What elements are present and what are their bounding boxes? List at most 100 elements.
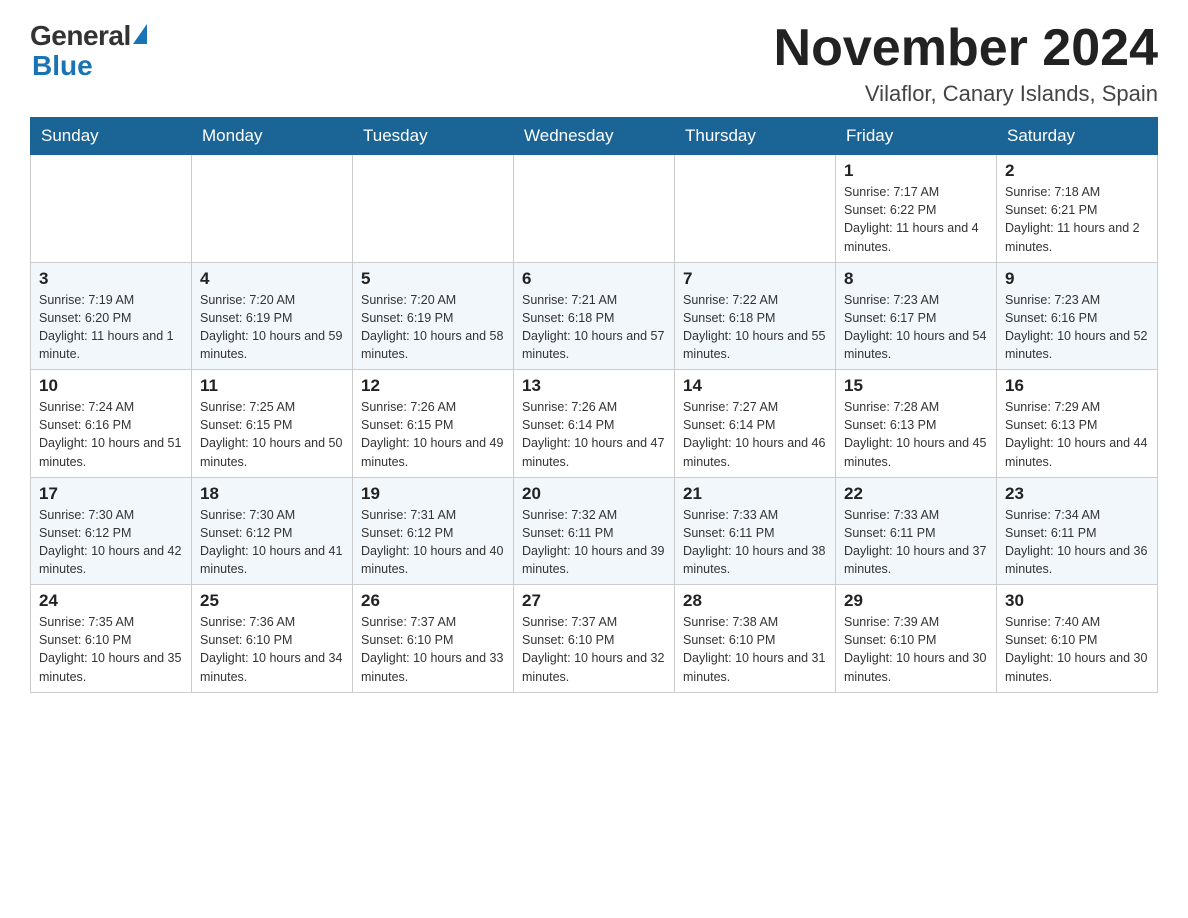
day-number: 29 (844, 591, 988, 611)
day-info: Sunrise: 7:29 AMSunset: 6:13 PMDaylight:… (1005, 398, 1149, 471)
calendar-cell-week1-day0 (31, 155, 192, 263)
calendar-cell-week5-day5: 29Sunrise: 7:39 AMSunset: 6:10 PMDayligh… (836, 585, 997, 693)
day-number: 14 (683, 376, 827, 396)
calendar-cell-week4-day0: 17Sunrise: 7:30 AMSunset: 6:12 PMDayligh… (31, 477, 192, 585)
week-row-2: 3Sunrise: 7:19 AMSunset: 6:20 PMDaylight… (31, 262, 1158, 370)
week-row-5: 24Sunrise: 7:35 AMSunset: 6:10 PMDayligh… (31, 585, 1158, 693)
day-info: Sunrise: 7:18 AMSunset: 6:21 PMDaylight:… (1005, 183, 1149, 256)
day-number: 15 (844, 376, 988, 396)
day-info: Sunrise: 7:24 AMSunset: 6:16 PMDaylight:… (39, 398, 183, 471)
calendar-cell-week1-day1 (192, 155, 353, 263)
calendar-cell-week5-day3: 27Sunrise: 7:37 AMSunset: 6:10 PMDayligh… (514, 585, 675, 693)
calendar-cell-week3-day2: 12Sunrise: 7:26 AMSunset: 6:15 PMDayligh… (353, 370, 514, 478)
weekday-header-thursday: Thursday (675, 118, 836, 155)
calendar-cell-week3-day3: 13Sunrise: 7:26 AMSunset: 6:14 PMDayligh… (514, 370, 675, 478)
calendar-table: SundayMondayTuesdayWednesdayThursdayFrid… (30, 117, 1158, 693)
day-number: 13 (522, 376, 666, 396)
weekday-header-wednesday: Wednesday (514, 118, 675, 155)
day-info: Sunrise: 7:25 AMSunset: 6:15 PMDaylight:… (200, 398, 344, 471)
calendar-cell-week2-day6: 9Sunrise: 7:23 AMSunset: 6:16 PMDaylight… (997, 262, 1158, 370)
calendar-cell-week5-day6: 30Sunrise: 7:40 AMSunset: 6:10 PMDayligh… (997, 585, 1158, 693)
day-number: 4 (200, 269, 344, 289)
day-info: Sunrise: 7:36 AMSunset: 6:10 PMDaylight:… (200, 613, 344, 686)
day-info: Sunrise: 7:26 AMSunset: 6:14 PMDaylight:… (522, 398, 666, 471)
day-info: Sunrise: 7:35 AMSunset: 6:10 PMDaylight:… (39, 613, 183, 686)
day-info: Sunrise: 7:31 AMSunset: 6:12 PMDaylight:… (361, 506, 505, 579)
calendar-title: November 2024 (774, 20, 1158, 77)
day-info: Sunrise: 7:20 AMSunset: 6:19 PMDaylight:… (200, 291, 344, 364)
day-number: 21 (683, 484, 827, 504)
day-number: 12 (361, 376, 505, 396)
logo-blue-text: Blue (30, 50, 93, 82)
day-info: Sunrise: 7:30 AMSunset: 6:12 PMDaylight:… (39, 506, 183, 579)
day-number: 3 (39, 269, 183, 289)
weekday-header-monday: Monday (192, 118, 353, 155)
day-info: Sunrise: 7:21 AMSunset: 6:18 PMDaylight:… (522, 291, 666, 364)
calendar-cell-week5-day0: 24Sunrise: 7:35 AMSunset: 6:10 PMDayligh… (31, 585, 192, 693)
day-number: 20 (522, 484, 666, 504)
day-info: Sunrise: 7:34 AMSunset: 6:11 PMDaylight:… (1005, 506, 1149, 579)
day-info: Sunrise: 7:17 AMSunset: 6:22 PMDaylight:… (844, 183, 988, 256)
weekday-header-sunday: Sunday (31, 118, 192, 155)
day-number: 18 (200, 484, 344, 504)
day-number: 6 (522, 269, 666, 289)
day-info: Sunrise: 7:22 AMSunset: 6:18 PMDaylight:… (683, 291, 827, 364)
day-info: Sunrise: 7:33 AMSunset: 6:11 PMDaylight:… (683, 506, 827, 579)
calendar-cell-week3-day0: 10Sunrise: 7:24 AMSunset: 6:16 PMDayligh… (31, 370, 192, 478)
day-info: Sunrise: 7:27 AMSunset: 6:14 PMDaylight:… (683, 398, 827, 471)
calendar-cell-week1-day4 (675, 155, 836, 263)
day-number: 11 (200, 376, 344, 396)
calendar-cell-week4-day4: 21Sunrise: 7:33 AMSunset: 6:11 PMDayligh… (675, 477, 836, 585)
calendar-cell-week2-day1: 4Sunrise: 7:20 AMSunset: 6:19 PMDaylight… (192, 262, 353, 370)
day-number: 5 (361, 269, 505, 289)
calendar-cell-week4-day1: 18Sunrise: 7:30 AMSunset: 6:12 PMDayligh… (192, 477, 353, 585)
day-number: 27 (522, 591, 666, 611)
calendar-cell-week5-day1: 25Sunrise: 7:36 AMSunset: 6:10 PMDayligh… (192, 585, 353, 693)
page-header: General Blue November 2024 Vilaflor, Can… (30, 20, 1158, 107)
logo-triangle-icon (133, 24, 147, 44)
day-info: Sunrise: 7:30 AMSunset: 6:12 PMDaylight:… (200, 506, 344, 579)
weekday-header-row: SundayMondayTuesdayWednesdayThursdayFrid… (31, 118, 1158, 155)
week-row-1: 1Sunrise: 7:17 AMSunset: 6:22 PMDaylight… (31, 155, 1158, 263)
calendar-cell-week2-day5: 8Sunrise: 7:23 AMSunset: 6:17 PMDaylight… (836, 262, 997, 370)
logo-general-text: General (30, 20, 131, 52)
day-info: Sunrise: 7:33 AMSunset: 6:11 PMDaylight:… (844, 506, 988, 579)
calendar-cell-week1-day5: 1Sunrise: 7:17 AMSunset: 6:22 PMDaylight… (836, 155, 997, 263)
day-number: 26 (361, 591, 505, 611)
week-row-4: 17Sunrise: 7:30 AMSunset: 6:12 PMDayligh… (31, 477, 1158, 585)
calendar-cell-week4-day5: 22Sunrise: 7:33 AMSunset: 6:11 PMDayligh… (836, 477, 997, 585)
day-number: 19 (361, 484, 505, 504)
day-number: 2 (1005, 161, 1149, 181)
title-block: November 2024 Vilaflor, Canary Islands, … (774, 20, 1158, 107)
calendar-cell-week3-day4: 14Sunrise: 7:27 AMSunset: 6:14 PMDayligh… (675, 370, 836, 478)
day-number: 9 (1005, 269, 1149, 289)
day-info: Sunrise: 7:26 AMSunset: 6:15 PMDaylight:… (361, 398, 505, 471)
day-info: Sunrise: 7:40 AMSunset: 6:10 PMDaylight:… (1005, 613, 1149, 686)
day-info: Sunrise: 7:28 AMSunset: 6:13 PMDaylight:… (844, 398, 988, 471)
calendar-subtitle: Vilaflor, Canary Islands, Spain (774, 81, 1158, 107)
logo: General Blue (30, 20, 147, 82)
calendar-cell-week3-day5: 15Sunrise: 7:28 AMSunset: 6:13 PMDayligh… (836, 370, 997, 478)
weekday-header-tuesday: Tuesday (353, 118, 514, 155)
calendar-cell-week2-day0: 3Sunrise: 7:19 AMSunset: 6:20 PMDaylight… (31, 262, 192, 370)
day-number: 10 (39, 376, 183, 396)
week-row-3: 10Sunrise: 7:24 AMSunset: 6:16 PMDayligh… (31, 370, 1158, 478)
day-number: 28 (683, 591, 827, 611)
day-number: 8 (844, 269, 988, 289)
calendar-cell-week4-day2: 19Sunrise: 7:31 AMSunset: 6:12 PMDayligh… (353, 477, 514, 585)
calendar-cell-week4-day6: 23Sunrise: 7:34 AMSunset: 6:11 PMDayligh… (997, 477, 1158, 585)
day-number: 22 (844, 484, 988, 504)
weekday-header-friday: Friday (836, 118, 997, 155)
day-number: 30 (1005, 591, 1149, 611)
day-number: 7 (683, 269, 827, 289)
day-info: Sunrise: 7:23 AMSunset: 6:17 PMDaylight:… (844, 291, 988, 364)
day-info: Sunrise: 7:19 AMSunset: 6:20 PMDaylight:… (39, 291, 183, 364)
calendar-cell-week2-day2: 5Sunrise: 7:20 AMSunset: 6:19 PMDaylight… (353, 262, 514, 370)
day-number: 17 (39, 484, 183, 504)
calendar-cell-week3-day1: 11Sunrise: 7:25 AMSunset: 6:15 PMDayligh… (192, 370, 353, 478)
day-number: 16 (1005, 376, 1149, 396)
calendar-cell-week2-day4: 7Sunrise: 7:22 AMSunset: 6:18 PMDaylight… (675, 262, 836, 370)
day-number: 24 (39, 591, 183, 611)
calendar-cell-week2-day3: 6Sunrise: 7:21 AMSunset: 6:18 PMDaylight… (514, 262, 675, 370)
calendar-cell-week1-day6: 2Sunrise: 7:18 AMSunset: 6:21 PMDaylight… (997, 155, 1158, 263)
